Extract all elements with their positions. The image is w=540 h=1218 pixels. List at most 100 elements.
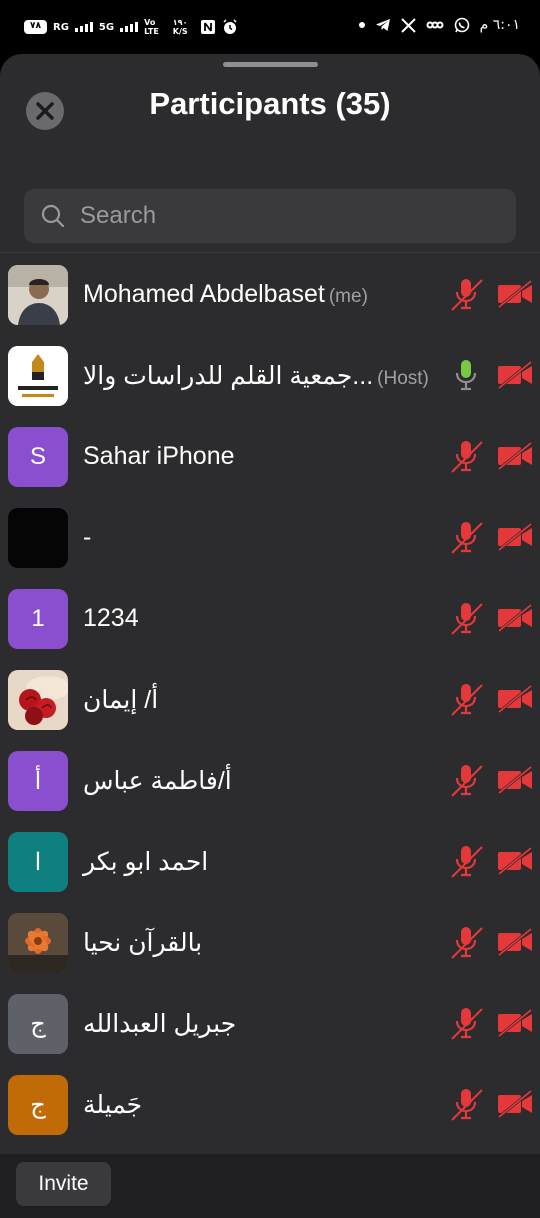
participant-row[interactable]: ا احمد ابو بكر [0, 821, 540, 902]
participant-role-tag: (me) [328, 286, 368, 307]
status-bar: ٧٨ RG 5G Vo LTE ١٩٠ K/S ٦:٠١ م [0, 0, 540, 56]
signal-bars-2-icon [120, 22, 139, 32]
video-off-icon[interactable] [496, 441, 534, 471]
participant-name-text: أ/ إيمان [83, 686, 159, 714]
search-input[interactable] [80, 202, 480, 230]
participant-name: أ/فاطمة عباس [83, 766, 232, 796]
avatar [8, 913, 68, 973]
mic-muted-icon[interactable] [448, 1005, 484, 1041]
video-off-icon[interactable] [496, 603, 534, 633]
mic-muted-icon[interactable] [448, 276, 484, 312]
mic-muted-icon[interactable] [448, 762, 484, 798]
video-off-icon[interactable] [496, 765, 534, 795]
participant-name: - [83, 523, 91, 552]
footer-bar: Invite [0, 1154, 540, 1218]
avatar [8, 265, 68, 325]
mic-muted-icon[interactable] [448, 843, 484, 879]
mic-on-icon[interactable] [448, 357, 484, 393]
participant-name: أ/ إيمان [83, 685, 158, 715]
participant-name: جمعية القلم للدراسات والا... (Host) [83, 361, 429, 391]
participant-name-text: جَميلة [83, 1091, 143, 1119]
avatar: ج [8, 994, 68, 1054]
video-off-icon[interactable] [496, 360, 534, 390]
participant-row[interactable]: - [0, 497, 540, 578]
nfc-icon [200, 20, 215, 34]
participant-name-text: احمد ابو بكر [83, 848, 209, 876]
avatar: ج [8, 1075, 68, 1135]
sheet-drag-handle[interactable] [223, 62, 318, 67]
participant-row[interactable]: ج جبريل العبدالله [0, 983, 540, 1064]
participant-list: Mohamed Abdelbaset (me) جمعية القلم للدراس… [0, 254, 540, 1145]
link-icon [426, 21, 444, 29]
participant-name-text: Sahar iPhone [83, 442, 235, 470]
participant-row[interactable]: أ أ/فاطمة عباس [0, 740, 540, 821]
invite-button[interactable]: Invite [16, 1162, 111, 1206]
participant-name: بالقرآن نحيا [83, 928, 202, 958]
participant-name: 1234 [83, 604, 139, 633]
avatar [8, 508, 68, 568]
participants-sheet: Participants (35) Mohamed Abdelbaset(me)… [0, 54, 540, 1154]
video-off-icon[interactable] [496, 1008, 534, 1038]
avatar: 1 [8, 589, 68, 649]
status-left: ٧٨ RG 5G Vo LTE ١٩٠ K/S [24, 18, 238, 36]
network-label-2: 5G [98, 21, 115, 33]
participant-name-text: جبريل العبدالله [83, 1010, 237, 1038]
network-label-1: RG [53, 21, 69, 33]
participant-row[interactable]: بالقرآن نحيا [0, 902, 540, 983]
participant-row[interactable]: أ/ إيمان [0, 659, 540, 740]
avatar [8, 670, 68, 730]
video-off-icon[interactable] [496, 1089, 534, 1119]
participant-row[interactable]: جمعية القلم للدراسات والا... (Host) [0, 335, 540, 416]
volte-bottom: LTE [144, 27, 159, 36]
participant-name-text: Mohamed Abdelbaset [83, 280, 325, 308]
participant-name-text: أ/فاطمة عباس [83, 767, 232, 795]
avatar-letter: ج [30, 1091, 46, 1119]
participant-row[interactable]: S Sahar iPhone [0, 416, 540, 497]
avatar-letter: 1 [31, 605, 45, 632]
participant-name: Sahar iPhone [83, 442, 235, 471]
volte-indicator: Vo LTE [144, 18, 159, 36]
participant-name-text: 1234 [83, 604, 139, 632]
mic-muted-icon[interactable] [448, 1086, 484, 1122]
speed-bottom: K/S [172, 27, 188, 36]
video-off-icon[interactable] [496, 927, 534, 957]
mic-muted-icon[interactable] [448, 600, 484, 636]
video-off-icon[interactable] [496, 684, 534, 714]
mic-muted-icon[interactable] [448, 681, 484, 717]
mic-muted-icon[interactable] [448, 438, 484, 474]
mic-muted-icon[interactable] [448, 924, 484, 960]
search-box[interactable] [24, 189, 516, 243]
participant-name: جَميلة [83, 1090, 142, 1120]
status-right: ٦:٠١ م [358, 17, 520, 33]
participant-name: جبريل العبدالله [83, 1009, 236, 1039]
participant-name-text: جمعية القلم للدراسات والا... [83, 362, 374, 390]
battery-indicator: ٧٨ [24, 20, 47, 34]
avatar-letter: ج [30, 1010, 46, 1038]
alarm-icon [223, 19, 237, 34]
avatar: أ [8, 751, 68, 811]
participant-row[interactable]: Mohamed Abdelbaset (me) [0, 254, 540, 335]
volte-top: Vo [144, 18, 156, 27]
avatar: ا [8, 832, 68, 892]
avatar: S [8, 427, 68, 487]
participant-name-text: بالقرآن نحيا [83, 929, 203, 957]
video-off-icon[interactable] [496, 279, 534, 309]
whatsapp-icon [454, 17, 469, 33]
participant-name: Mohamed Abdelbaset (me) [83, 280, 368, 309]
clock: ٦:٠١ م [479, 17, 520, 33]
telegram-icon [375, 19, 390, 31]
search-icon [41, 204, 65, 228]
avatar-letter: S [29, 443, 46, 470]
x-icon [400, 17, 416, 33]
avatar-letter: أ [34, 767, 42, 795]
notification-dot-icon [358, 22, 365, 28]
video-off-icon[interactable] [496, 522, 534, 552]
participant-row[interactable]: ج جَميلة [0, 1064, 540, 1145]
video-off-icon[interactable] [496, 846, 534, 876]
avatar-letter: ا [34, 848, 42, 876]
avatar [8, 346, 68, 406]
speed-indicator: ١٩٠ K/S [173, 18, 188, 36]
speed-top: ١٩٠ [172, 18, 188, 27]
participant-row[interactable]: 1 1234 [0, 578, 540, 659]
mic-muted-icon[interactable] [448, 519, 484, 555]
